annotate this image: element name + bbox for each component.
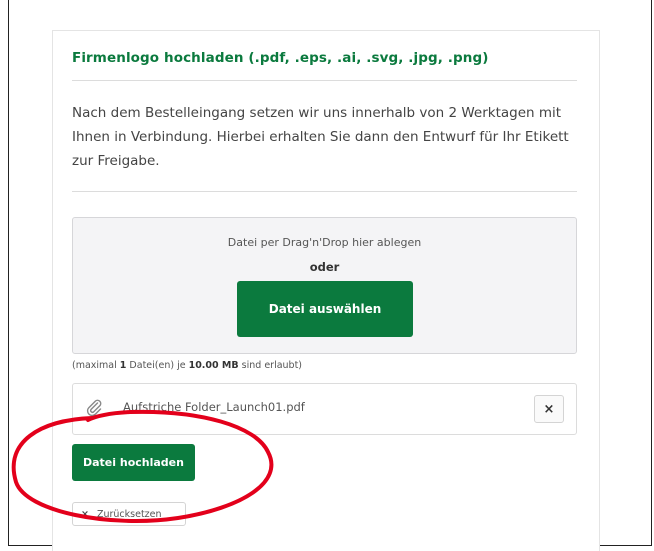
uploaded-file-item: Aufstriche Folder_Launch01.pdf × bbox=[72, 383, 577, 435]
limit-size: 10.00 MB bbox=[188, 360, 239, 371]
limit-suffix: sind erlaubt) bbox=[238, 360, 303, 371]
select-file-button[interactable]: Datei auswählen bbox=[237, 281, 413, 337]
remove-file-button[interactable]: × bbox=[534, 395, 564, 423]
dropzone-or: oder bbox=[309, 260, 340, 274]
file-name: Aufstriche Folder_Launch01.pdf bbox=[123, 400, 305, 414]
file-dropzone[interactable]: Datei per Drag'n'Drop hier ablegen oder … bbox=[72, 217, 577, 354]
divider bbox=[72, 80, 577, 81]
dropzone-hint: Datei per Drag'n'Drop hier ablegen bbox=[227, 236, 422, 249]
limit-prefix: (maximal bbox=[72, 360, 120, 371]
section-description: Nach dem Bestelleingang setzen wir uns i… bbox=[72, 105, 569, 169]
limit-middle: Datei(en) je bbox=[126, 360, 189, 371]
divider bbox=[72, 191, 577, 192]
close-icon: × bbox=[81, 508, 89, 520]
paperclip-icon bbox=[86, 399, 102, 416]
reset-label: Zurücksetzen bbox=[96, 508, 162, 520]
upload-file-button[interactable]: Datei hochladen bbox=[72, 444, 195, 481]
section-title: Firmenlogo hochladen (.pdf, .eps, .ai, .… bbox=[72, 50, 489, 66]
reset-button[interactable]: × Zurücksetzen bbox=[72, 502, 186, 526]
file-limit-note: (maximal 1 Datei(en) je 10.00 MB sind er… bbox=[72, 360, 302, 371]
